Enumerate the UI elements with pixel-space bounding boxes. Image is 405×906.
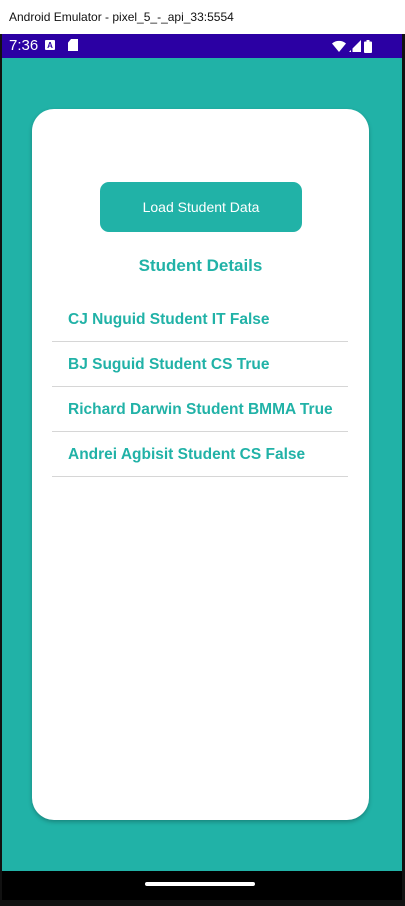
status-bar: 7:36 A — [2, 34, 402, 58]
window-bottom-border — [0, 900, 405, 906]
list-item[interactable]: Richard Darwin Student BMMA True — [52, 388, 348, 432]
a-notification-icon: A — [45, 40, 55, 50]
section-title: Student Details — [138, 256, 263, 275]
emulator-window: Android Emulator - pixel_5_-_api_33:5554… — [0, 0, 405, 906]
load-student-data-button[interactable]: Load Student Data — [100, 182, 302, 232]
device-screen: 7:36 A Load Student Data Student Details… — [2, 34, 402, 900]
battery-icon — [364, 39, 372, 53]
gesture-handle[interactable] — [145, 882, 255, 886]
status-indicators — [332, 39, 372, 53]
list-item[interactable]: Andrei Agbisit Student CS False — [52, 433, 348, 477]
status-time: 7:36 — [9, 37, 39, 54]
student-list[interactable]: CJ Nuguid Student IT False BJ Suguid Stu… — [52, 298, 348, 478]
window-title: Android Emulator - pixel_5_-_api_33:5554 — [9, 10, 234, 24]
student-card: Load Student Data Student Details CJ Nug… — [32, 109, 369, 820]
navigation-bar — [2, 871, 402, 900]
list-item[interactable]: BJ Suguid Student CS True — [52, 343, 348, 387]
sd-card-icon — [68, 39, 78, 51]
signal-icon — [349, 40, 361, 52]
window-titlebar[interactable]: Android Emulator - pixel_5_-_api_33:5554 — [0, 0, 405, 34]
list-item[interactable]: CJ Nuguid Student IT False — [52, 298, 348, 342]
wifi-icon — [332, 40, 346, 52]
